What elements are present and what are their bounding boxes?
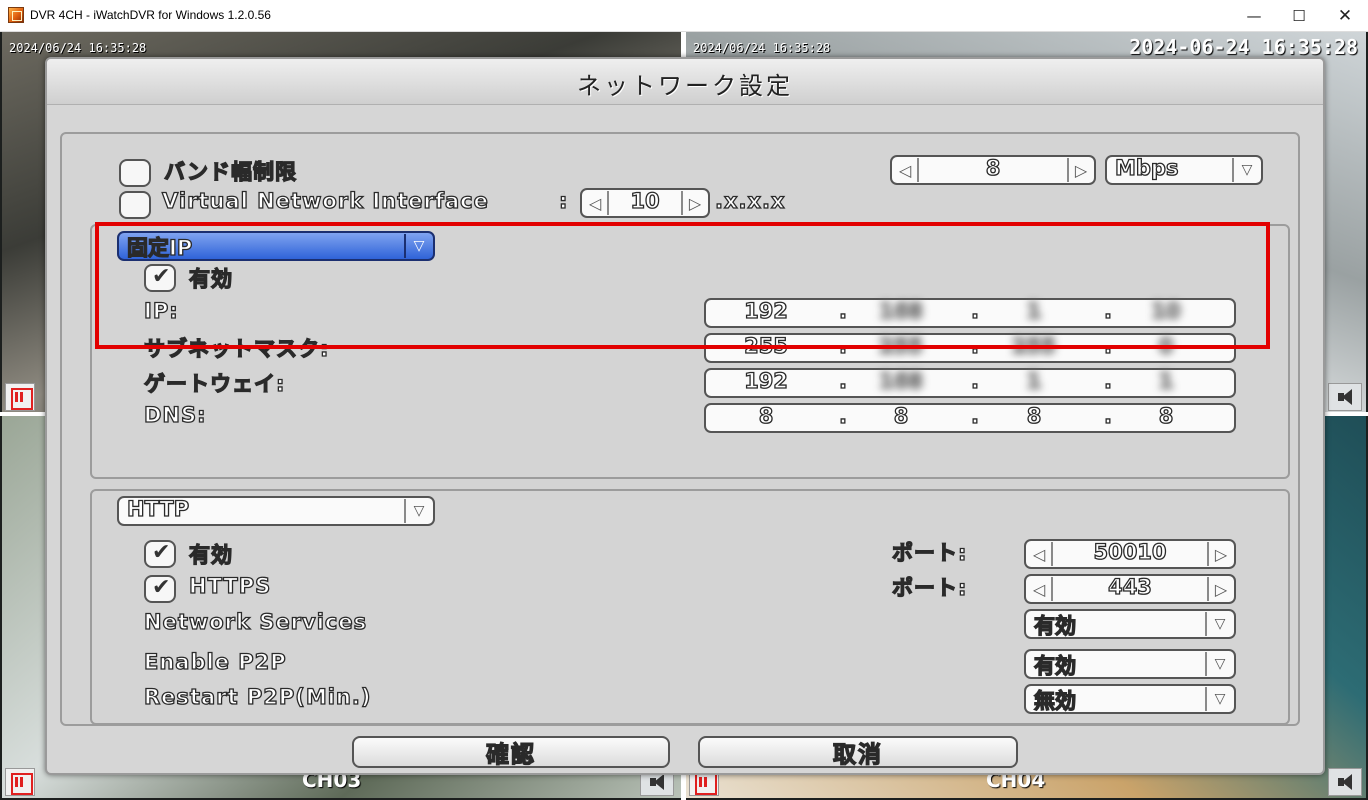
bandwidth-unit-value: Mbps <box>1114 155 1179 180</box>
network-services-value: 有効 <box>1033 613 1076 638</box>
ip-dot: . <box>838 368 847 393</box>
dialog-title: ネットワーク設定 <box>577 72 793 100</box>
http-enable-checkbox[interactable]: ✔ <box>144 540 176 568</box>
gateway-octet-3[interactable]: 1 <box>994 368 1074 393</box>
record-icon[interactable] <box>5 383 35 411</box>
dns-octet-3[interactable]: 8 <box>994 403 1074 428</box>
http-port-label: ポート: <box>891 540 968 565</box>
gateway-octet-4[interactable]: 1 <box>1126 368 1206 393</box>
bandwidth-spinner[interactable]: ◁ 8 ▷ <box>890 155 1096 185</box>
speaker-icon[interactable] <box>1328 768 1362 796</box>
gateway-field[interactable]: 192 . 168 . 1 . 1 <box>704 368 1236 398</box>
chevron-down-icon: ▽ <box>1205 652 1233 676</box>
increment-arrow-icon[interactable]: ▷ <box>1067 158 1093 182</box>
dns-octet-1[interactable]: 8 <box>726 403 806 428</box>
confirm-button[interactable]: 確認 <box>352 736 670 769</box>
network-settings-dialog: ネットワーク設定 バンド幅制限 ◁ 8 ▷ Mbps ▽ Virtual Net… <box>45 57 1325 775</box>
close-button[interactable]: ✕ <box>1322 0 1368 32</box>
checkmark-icon: ✔ <box>152 540 171 565</box>
record-icon[interactable] <box>5 768 35 796</box>
chevron-down-icon: ▽ <box>1232 158 1260 182</box>
ch2-timestamp: 2024/06/24 16:35:28 <box>693 41 831 55</box>
https-port-label: ポート: <box>891 575 968 600</box>
gateway-label: ゲートウェイ: <box>143 371 286 396</box>
virtual-interface-checkbox[interactable] <box>119 191 151 219</box>
restart-p2p-dropdown[interactable]: 無効 ▽ <box>1024 684 1236 714</box>
dns-octet-2[interactable]: 8 <box>861 403 941 428</box>
minimize-button[interactable]: — <box>1231 0 1277 32</box>
increment-arrow-icon[interactable]: ▷ <box>1207 577 1233 601</box>
decrement-arrow-icon[interactable]: ◁ <box>1027 577 1053 601</box>
checkmark-icon: ✔ <box>152 575 171 600</box>
clock-display: 2024-06-24 16:35:28 <box>1129 35 1358 59</box>
dns-label: DNS: <box>143 402 207 427</box>
app-icon <box>8 7 24 23</box>
chevron-down-icon: ▽ <box>404 499 432 523</box>
speaker-icon[interactable] <box>1328 383 1362 411</box>
ip-dot: . <box>1103 403 1112 428</box>
virtual-interface-spinner[interactable]: ◁ 10 ▷ <box>580 188 710 218</box>
https-port-spinner[interactable]: ◁ 443 ▷ <box>1024 574 1236 604</box>
bandwidth-limit-label: バンド幅制限 <box>163 159 298 184</box>
virtual-interface-colon: : <box>558 188 569 213</box>
virtual-interface-suffix: .x.x.x <box>714 188 786 213</box>
increment-arrow-icon[interactable]: ▷ <box>681 191 707 215</box>
window-title: DVR 4CH - iWatchDVR for Windows 1.2.0.56 <box>30 8 271 22</box>
cancel-button-label: 取消 <box>832 741 883 768</box>
ip-dot: . <box>838 403 847 428</box>
ip-dot: . <box>970 403 979 428</box>
highlight-box <box>95 222 1270 349</box>
decrement-arrow-icon[interactable]: ◁ <box>1027 542 1053 566</box>
restart-p2p-label: Restart P2P(Min.) <box>143 684 372 709</box>
virtual-interface-label: Virtual Network Interface <box>161 188 489 213</box>
decrement-arrow-icon[interactable]: ◁ <box>893 158 919 182</box>
restart-p2p-value: 無効 <box>1033 688 1076 713</box>
chevron-down-icon: ▽ <box>1205 612 1233 636</box>
increment-arrow-icon[interactable]: ▷ <box>1207 542 1233 566</box>
gateway-octet-1[interactable]: 192 <box>726 368 806 393</box>
confirm-button-label: 確認 <box>485 741 536 768</box>
maximize-button[interactable]: ☐ <box>1276 0 1322 32</box>
window-titlebar: DVR 4CH - iWatchDVR for Windows 1.2.0.56… <box>0 0 1368 32</box>
bandwidth-limit-checkbox[interactable] <box>119 159 151 187</box>
cancel-button[interactable]: 取消 <box>698 736 1018 769</box>
decrement-arrow-icon[interactable]: ◁ <box>583 191 609 215</box>
http-port-spinner[interactable]: ◁ 50010 ▷ <box>1024 539 1236 569</box>
enable-p2p-label: Enable P2P <box>143 649 287 674</box>
dns-octet-4[interactable]: 8 <box>1126 403 1206 428</box>
https-port-value: 443 <box>1107 574 1152 599</box>
https-checkbox[interactable]: ✔ <box>144 575 176 603</box>
dialog-header: ネットワーク設定 <box>47 59 1323 105</box>
ip-dot: . <box>970 368 979 393</box>
bandwidth-value: 8 <box>985 155 1001 180</box>
virtual-interface-value: 10 <box>630 188 661 213</box>
enable-p2p-dropdown[interactable]: 有効 ▽ <box>1024 649 1236 679</box>
http-port-value: 50010 <box>1093 539 1167 564</box>
dns-field[interactable]: 8 . 8 . 8 . 8 <box>704 403 1236 433</box>
protocol-dropdown[interactable]: HTTP ▽ <box>117 496 435 526</box>
protocol-value: HTTP <box>126 496 190 521</box>
enable-p2p-value: 有効 <box>1033 653 1076 678</box>
https-label: HTTPS <box>188 573 272 598</box>
network-services-dropdown[interactable]: 有効 ▽ <box>1024 609 1236 639</box>
network-services-label: Network Services <box>143 609 368 634</box>
ip-dot: . <box>1103 368 1112 393</box>
http-enable-label: 有効 <box>188 542 233 567</box>
chevron-down-icon: ▽ <box>1205 687 1233 711</box>
ch1-timestamp: 2024/06/24 16:35:28 <box>9 41 147 55</box>
bandwidth-unit-dropdown[interactable]: Mbps ▽ <box>1105 155 1263 185</box>
gateway-octet-2[interactable]: 168 <box>861 368 941 393</box>
